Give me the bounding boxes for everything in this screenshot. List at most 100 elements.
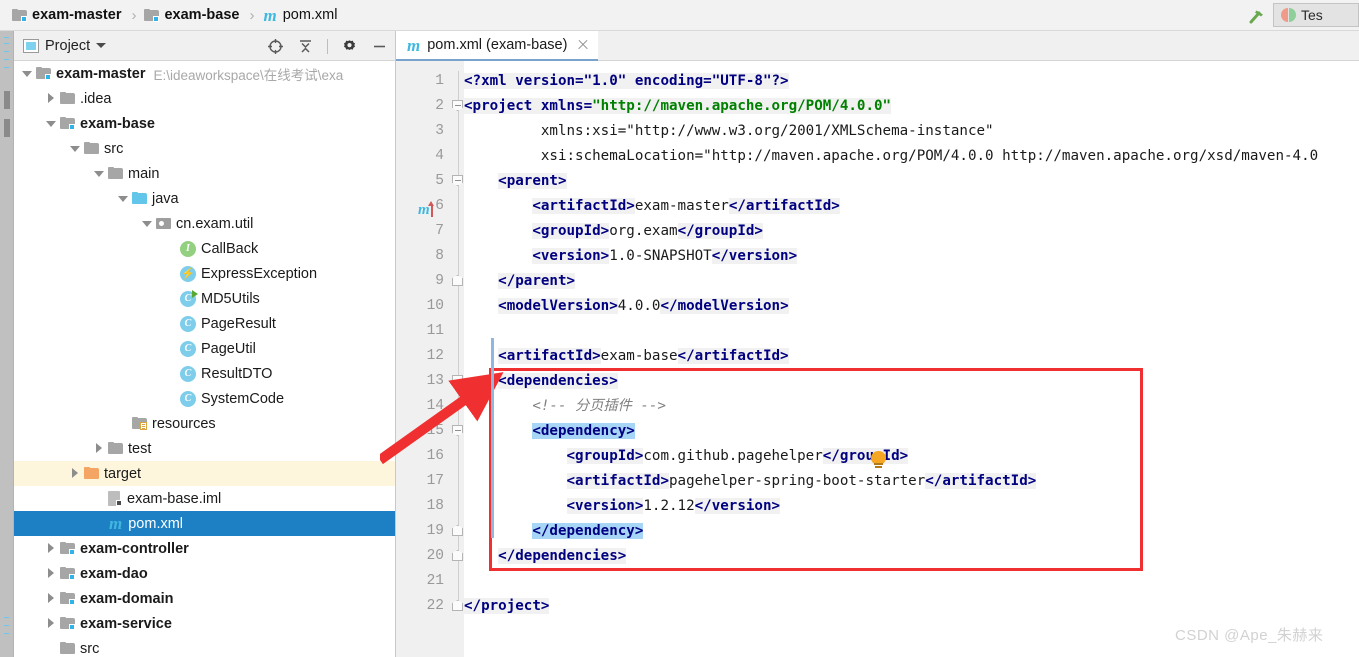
code-line[interactable]: xsi:schemaLocation="http://maven.apache.… (464, 144, 1359, 169)
code-line[interactable]: </dependency> (464, 519, 1359, 544)
tree-item-main[interactable]: main (14, 161, 395, 186)
code-line[interactable]: <artifactId>pagehelper-spring-boot-start… (464, 469, 1359, 494)
code-content[interactable]: <?xml version="1.0" encoding="UTF-8"?> <p… (464, 61, 1359, 657)
tree-item-exam-service[interactable]: exam-service (14, 611, 395, 636)
project-toolbar: Project (14, 31, 395, 61)
code-fold-marker[interactable] (451, 275, 464, 288)
code-line[interactable]: </parent> (464, 269, 1359, 294)
iml-file-icon (108, 491, 122, 506)
collapse-all-icon[interactable] (297, 38, 314, 55)
code-fold-marker[interactable] (451, 100, 464, 113)
tree-item-pageutil[interactable]: C PageUtil (14, 336, 395, 361)
gear-icon[interactable] (341, 38, 358, 55)
chevron-right-icon[interactable] (46, 93, 57, 104)
chevron-right-icon[interactable] (70, 468, 81, 479)
tree-item-label: exam-domain (80, 590, 174, 607)
tree-item-java[interactable]: java (14, 186, 395, 211)
module-folder-icon (60, 117, 75, 130)
line-number: 2 (435, 98, 444, 114)
code-line[interactable]: <version>1.0-SNAPSHOT</version> (464, 244, 1359, 269)
left-tool-strip[interactable] (0, 31, 14, 657)
tree-item-resultdto[interactable]: C ResultDTO (14, 361, 395, 386)
project-title: Project (45, 37, 91, 54)
tree-item-pageresult[interactable]: C PageResult (14, 311, 395, 336)
maven-reimport-icon[interactable]: m (418, 201, 435, 219)
code-line[interactable]: xmlns:xsi="http://www.w3.org/2001/XMLSch… (464, 119, 1359, 144)
tree-item-callback[interactable]: I CallBack (14, 236, 395, 261)
tree-item-label: exam-service (80, 615, 172, 632)
hammer-icon[interactable] (1244, 3, 1270, 28)
editor-gutter[interactable]: 1 2 3 4 5 6 7 8 9 10 11 12 13 14 15 16 17 18 19 20 21 22 (396, 61, 464, 657)
editor-tab-pom-xml[interactable]: m pom.xml (exam-base) (396, 31, 599, 61)
resources-folder-icon (132, 417, 147, 430)
tree-item-src[interactable]: src (14, 136, 395, 161)
minimize-icon[interactable] (371, 38, 388, 55)
chevron-down-icon[interactable] (70, 143, 81, 154)
code-fold-marker[interactable] (451, 525, 464, 538)
code-line[interactable]: <parent> (464, 169, 1359, 194)
project-title-dropdown[interactable]: Project (23, 37, 107, 54)
tree-item-pom-xml[interactable]: m pom.xml (14, 511, 395, 536)
tree-item-exam-controller[interactable]: exam-controller (14, 536, 395, 561)
code-fold-marker[interactable] (451, 425, 464, 438)
code-line[interactable]: <!-- 分页插件 --> (464, 394, 1359, 419)
code-line[interactable]: <artifactId>exam-base</artifactId> (464, 344, 1359, 369)
code-line[interactable] (464, 319, 1359, 344)
code-fold-marker[interactable] (451, 375, 464, 388)
intention-bulb-icon[interactable] (870, 451, 887, 471)
tree-item-exam-master[interactable]: exam-master E:\ideaworkspace\在线考试\exa (14, 61, 395, 86)
code-fold-marker[interactable] (451, 600, 464, 613)
code-line[interactable] (464, 569, 1359, 594)
tree-item-resources[interactable]: resources (14, 411, 395, 436)
tree-item-target[interactable]: target (14, 461, 395, 486)
tree-item-md5utils[interactable]: C MD5Utils (14, 286, 395, 311)
code-line[interactable]: </project> (464, 594, 1359, 619)
toolbar-divider (327, 38, 328, 54)
chevron-down-icon[interactable] (142, 218, 153, 229)
line-number: 19 (426, 523, 444, 539)
code-line[interactable]: <dependencies> (464, 369, 1359, 394)
project-tree[interactable]: exam-master E:\ideaworkspace\在线考试\exa .ide… (14, 61, 395, 657)
code-line[interactable]: <project xmlns="http://maven.apache.org/… (464, 94, 1359, 119)
code-line[interactable]: </dependencies> (464, 544, 1359, 569)
tree-item-src[interactable]: src (14, 636, 395, 657)
code-fold-marker[interactable] (451, 550, 464, 563)
code-line[interactable]: <dependency> (464, 419, 1359, 444)
code-line[interactable]: <groupId>org.exam</groupId> (464, 219, 1359, 244)
chevron-right-icon[interactable] (46, 618, 57, 629)
chevron-down-icon[interactable] (94, 168, 105, 179)
locate-icon[interactable] (267, 38, 284, 55)
project-tool-window: Project exam-master E:\ideaworkspace\在线考… (14, 31, 396, 657)
tree-item-systemcode[interactable]: C SystemCode (14, 386, 395, 411)
breadcrumb-item-pom-xml[interactable]: m pom.xml (260, 0, 339, 31)
chevron-down-icon[interactable] (118, 193, 129, 204)
code-fold-marker[interactable] (451, 175, 464, 188)
tree-item-test[interactable]: test (14, 436, 395, 461)
tree-item-label: ExpressException (201, 265, 318, 282)
close-icon[interactable] (577, 39, 589, 51)
chevron-right-icon[interactable] (46, 543, 57, 554)
breadcrumb-item-exam-master[interactable]: exam-master (10, 0, 123, 31)
code-line[interactable]: <artifactId>exam-master</artifactId> (464, 194, 1359, 219)
chevron-right-icon[interactable] (94, 443, 105, 454)
tree-item-cn-exam-util[interactable]: cn.exam.util (14, 211, 395, 236)
tree-item-expressexception[interactable]: ⚡ ExpressException (14, 261, 395, 286)
chevron-right-icon[interactable] (46, 568, 57, 579)
breadcrumb-item-exam-base[interactable]: exam-base (142, 0, 241, 31)
chevron-down-icon[interactable] (22, 68, 33, 79)
tree-item-exam-domain[interactable]: exam-domain (14, 586, 395, 611)
tree-item-exam-base[interactable]: exam-base (14, 111, 395, 136)
tree-item--idea[interactable]: .idea (14, 86, 395, 111)
chevron-right-icon[interactable] (46, 593, 57, 604)
code-line[interactable]: <modelVersion>4.0.0</modelVersion> (464, 294, 1359, 319)
tree-item-exam-dao[interactable]: exam-dao (14, 561, 395, 586)
code-line[interactable]: <groupId>com.github.pagehelper</groupId> (464, 444, 1359, 469)
tree-item-exam-base-iml[interactable]: exam-base.iml (14, 486, 395, 511)
chevron-down-icon[interactable] (46, 118, 57, 129)
code-line[interactable]: <?xml version="1.0" encoding="UTF-8"?> (464, 69, 1359, 94)
code-line[interactable]: <version>1.2.12</version> (464, 494, 1359, 519)
run-configuration-button[interactable]: Tes (1273, 3, 1359, 27)
line-number: 12 (426, 348, 444, 364)
line-number: 18 (426, 498, 444, 514)
